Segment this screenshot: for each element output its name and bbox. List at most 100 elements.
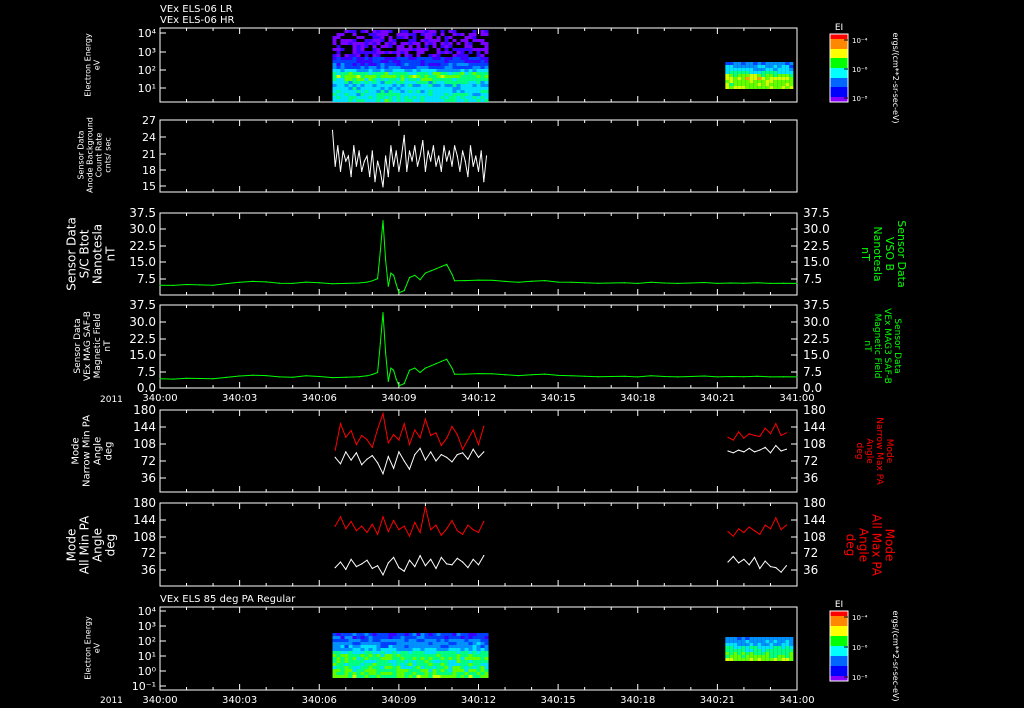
data-point-p4-0: [544, 373, 546, 375]
spectrogram-cell: [777, 652, 782, 655]
data-point-p3-0: [650, 281, 652, 283]
spectrogram-cell: [777, 65, 782, 68]
data-point-p6-0: [361, 525, 363, 527]
spectrogram-cell: [432, 87, 437, 90]
spectrogram-cell: [745, 65, 750, 68]
spectrogram-cell: [761, 640, 766, 643]
data-point-p5-0: [753, 434, 756, 437]
spectrogram-cell: [761, 637, 766, 640]
spectrogram-cell: [452, 39, 457, 42]
spectrogram-cell: [356, 672, 361, 675]
spectrogram-cell: [472, 78, 477, 81]
spectrogram-cell: [432, 660, 437, 663]
spectrogram-cell: [372, 51, 377, 54]
spectrogram-cell: [384, 660, 389, 663]
data-point-p2-0: [353, 145, 355, 147]
data-point-p5-1: [361, 464, 363, 466]
spectrogram-cell: [741, 71, 746, 74]
spectrogram-cell: [440, 654, 445, 657]
spectrogram-cell: [332, 675, 337, 678]
data-point-p2-0: [454, 145, 456, 147]
spectrogram-cell: [412, 648, 417, 651]
data-point-p3-0: [454, 280, 456, 282]
data-point-p6-1: [451, 564, 453, 566]
data-point-p5-1: [759, 449, 761, 451]
spectrogram-cell: [336, 639, 341, 642]
spectrogram-cell: [380, 69, 385, 72]
spectrogram-cell: [416, 636, 421, 639]
y-tick-right-label-p4: 7.5: [803, 365, 822, 379]
spectrogram-cell: [440, 60, 445, 63]
spectrogram-cell: [757, 71, 762, 74]
data-point-p3-0: [408, 276, 411, 279]
spectrogram-cell: [484, 660, 489, 663]
spectrogram-cell: [368, 75, 373, 78]
data-point-p2-0: [414, 145, 416, 147]
spectrogram-cell: [380, 666, 385, 669]
spectrogram-cell: [456, 648, 461, 651]
spectrogram-cell: [384, 45, 389, 48]
spectrogram-cell: [416, 45, 421, 48]
spectrogram-cell: [412, 651, 417, 654]
spectrogram-cell: [360, 636, 365, 639]
spectrogram-cell: [332, 54, 337, 57]
spectrogram-cell: [396, 645, 401, 648]
spectrogram-cell: [476, 651, 481, 654]
spectrogram-cell: [484, 30, 489, 33]
y-tick-label-p7: 10⁻¹: [132, 680, 156, 693]
data-point-p5-0: [419, 437, 421, 439]
time-tick-label: 340:15: [541, 695, 576, 706]
year-label-lower: 2011: [100, 696, 123, 706]
spectrogram-cell: [340, 642, 345, 645]
spectrogram-cell: [356, 657, 361, 660]
spectrogram-cell: [396, 657, 401, 660]
spectrogram-cell: [332, 669, 337, 672]
data-point-p3-0: [393, 274, 395, 276]
spectrogram-cell: [352, 30, 357, 33]
spectrogram-cell: [464, 72, 469, 75]
data-point-p2-0: [347, 155, 349, 157]
data-point-p5-0: [775, 423, 777, 425]
spectrogram-cell: [753, 68, 758, 71]
y-tick-right-label-p4: 22.5: [803, 332, 830, 346]
spectrogram-cell: [336, 648, 341, 651]
data-point-p3-0: [358, 282, 360, 284]
spectrogram-cell: [416, 69, 421, 72]
spectrogram-cell: [444, 60, 449, 63]
spectrogram-cell: [416, 66, 421, 69]
spectrogram-cell: [777, 77, 782, 80]
data-point-p6-0: [738, 528, 740, 530]
spectrogram-cell: [444, 645, 449, 648]
spectrogram-cell: [765, 640, 770, 643]
spectrogram-cell: [456, 663, 461, 666]
spectrogram-cell: [376, 30, 381, 33]
spectrogram-cell: [424, 660, 429, 663]
spectrogram-cell: [428, 660, 433, 663]
spectrogram-cell: [348, 666, 353, 669]
spectrogram-cell: [340, 78, 345, 81]
spectrogram-cell: [733, 643, 738, 646]
spectrogram-cell: [484, 78, 489, 81]
data-point-p5-0: [456, 434, 458, 436]
spectrogram-cell: [368, 42, 373, 45]
spectrogram-cell: [460, 66, 465, 69]
spectrogram-cell: [777, 74, 782, 77]
spectrogram-cell: [749, 65, 754, 68]
spectrogram-cell: [456, 99, 461, 102]
spectrogram-cell: [789, 65, 794, 68]
spectrogram-cell: [384, 636, 389, 639]
spectrogram-cell: [392, 96, 397, 99]
spectrogram-cell: [440, 69, 445, 72]
spectrogram-cell: [452, 669, 457, 672]
data-point-p2-0: [374, 181, 376, 183]
spectrogram-cell: [400, 96, 405, 99]
spectrogram-cell: [468, 63, 473, 66]
data-point-p2-0: [363, 160, 365, 162]
spectrogram-cell: [440, 42, 445, 45]
spectrogram-cell: [404, 663, 409, 666]
spectrogram-cell: [440, 87, 445, 90]
spectrogram-cell: [432, 75, 437, 78]
spectrogram-cell: [729, 74, 734, 77]
spectrogram-cell: [472, 648, 477, 651]
data-point-p2-0: [464, 160, 466, 162]
